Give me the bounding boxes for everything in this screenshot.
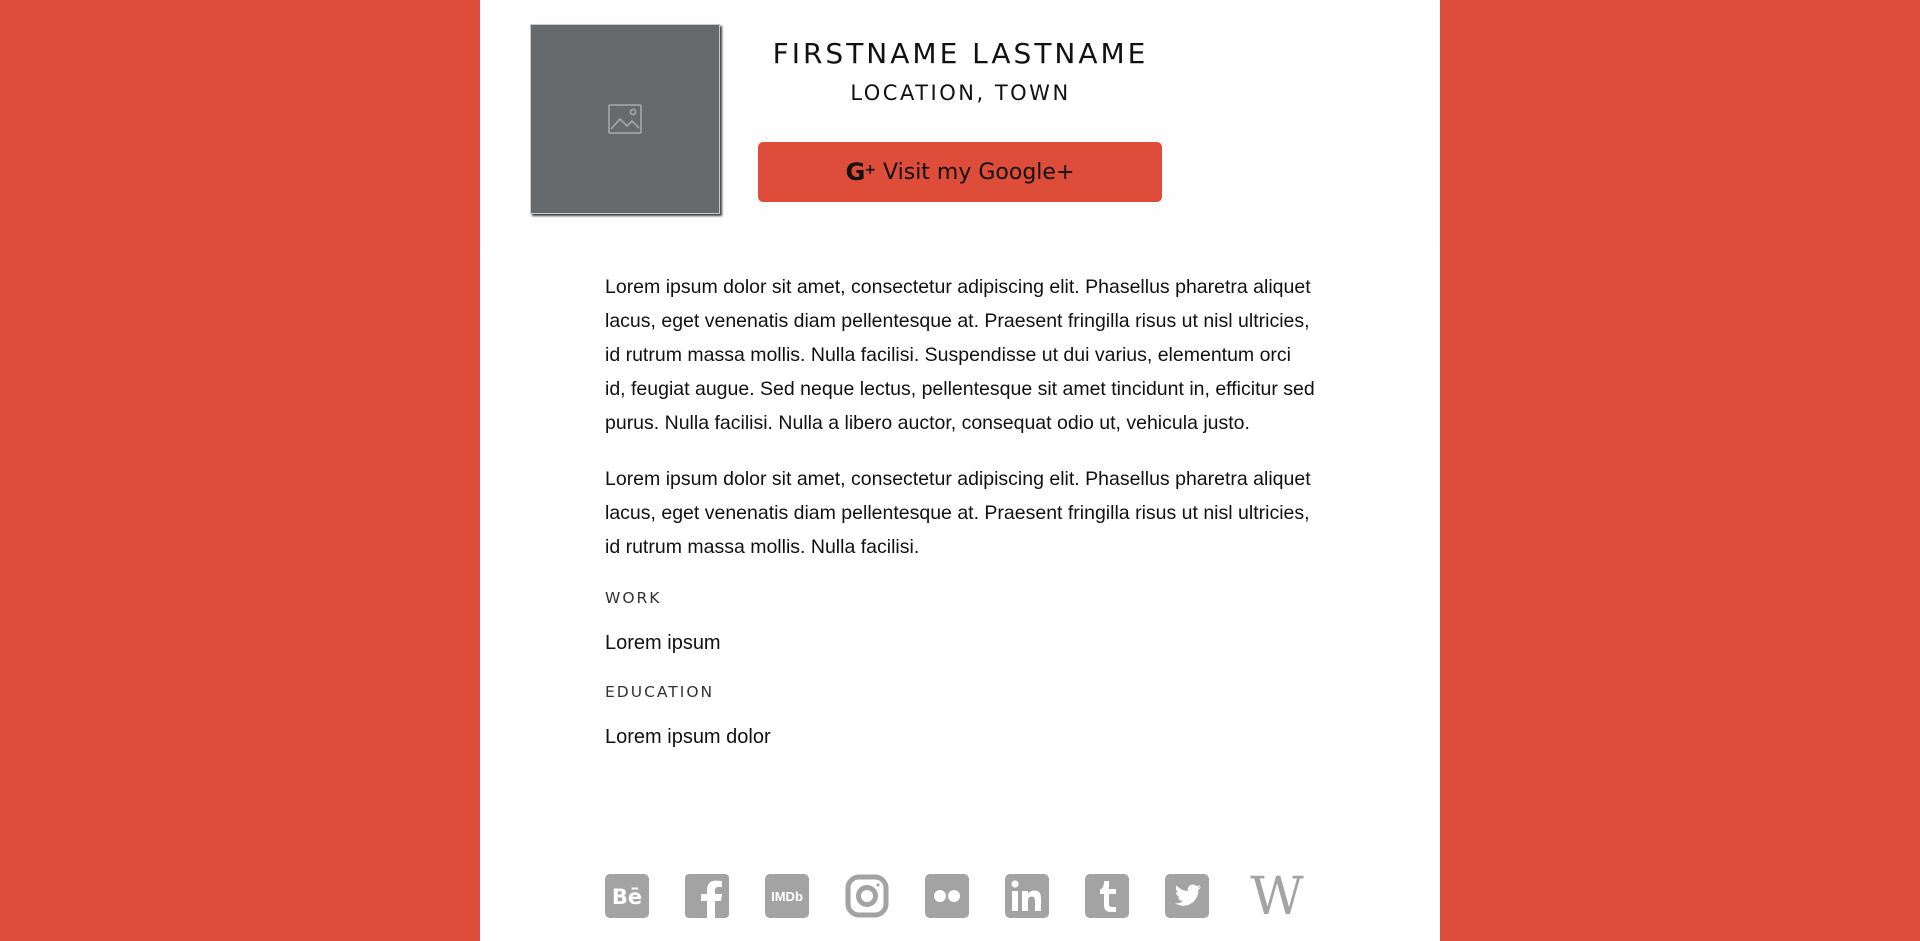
facebook-icon[interactable]	[685, 874, 729, 918]
profile-card: FIRSTNAME LASTNAME LOCATION, TOWN G+ Vis…	[480, 0, 1440, 941]
work-label: WORK	[605, 589, 662, 607]
profile-content: Lorem ipsum dolor sit amet, consectetur …	[605, 270, 1315, 752]
svg-text:IMDb: IMDb	[771, 889, 803, 904]
work-value: Lorem ipsum	[605, 632, 721, 654]
profile-header: FIRSTNAME LASTNAME LOCATION, TOWN G+ Vis…	[480, 0, 1440, 250]
instagram-icon[interactable]	[845, 874, 889, 918]
twitter-icon[interactable]	[1165, 874, 1209, 918]
profile-identity: FIRSTNAME LASTNAME LOCATION, TOWN	[758, 34, 1163, 108]
svg-text:Bē: Bē	[612, 885, 642, 909]
bio-paragraph: Lorem ipsum dolor sit amet, consectetur …	[605, 276, 1315, 434]
profile-location: LOCATION, TOWN	[850, 81, 1071, 105]
profile-photo	[530, 24, 720, 214]
visit-google-plus-label: Visit my Google+	[883, 159, 1075, 185]
google-plus-icon: G+	[845, 158, 876, 186]
flickr-icon[interactable]	[925, 874, 969, 918]
education-value: Lorem ipsum dolor	[605, 726, 771, 748]
visit-google-plus-button[interactable]: G+ Visit my Google+	[758, 142, 1162, 202]
behance-icon[interactable]: Bē	[605, 874, 649, 918]
social-links: Bē IMDb W	[605, 867, 1315, 927]
bio-paragraph: Lorem ipsum dolor sit amet, consectetur …	[605, 468, 1311, 558]
wikipedia-icon[interactable]: W	[1245, 867, 1309, 927]
image-placeholder-icon	[608, 104, 642, 134]
tumblr-icon[interactable]	[1085, 874, 1129, 918]
linkedin-icon[interactable]	[1005, 874, 1049, 918]
svg-text:W: W	[1250, 874, 1304, 918]
profile-name: FIRSTNAME LASTNAME	[772, 37, 1149, 70]
imdb-icon[interactable]: IMDb	[765, 874, 809, 918]
education-label: EDUCATION	[605, 683, 715, 701]
